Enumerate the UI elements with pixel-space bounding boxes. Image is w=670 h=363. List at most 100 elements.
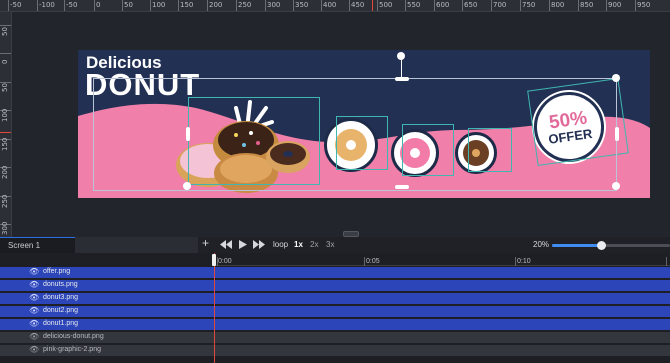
resize-handle-right[interactable] [615, 127, 619, 141]
canvas-stage[interactable]: Delicious DONUT 50% OFFER [12, 12, 670, 237]
fast-forward-icon[interactable] [253, 240, 265, 249]
timeline-tick [364, 257, 365, 266]
layer-row-delicious-donut[interactable]: 👁 delicious-donut.png [0, 332, 670, 344]
play-icon[interactable] [239, 240, 247, 249]
ruler-tick [293, 0, 294, 11]
ruler-tick [434, 0, 435, 11]
ruler-label: 850 [580, 1, 594, 9]
ruler-label: 250 [238, 1, 252, 9]
zoom-slider-fill [552, 244, 601, 247]
ruler-tick [349, 0, 350, 11]
ruler-label: 300 [1, 221, 9, 235]
ruler-label: 450 [351, 1, 365, 9]
ruler-tick [236, 0, 237, 11]
ruler-tick [64, 0, 65, 11]
layer-row-donut1[interactable]: 👁 donut1.png [0, 319, 670, 331]
resize-handle-left[interactable] [186, 127, 190, 141]
resize-handle-bottom-right[interactable] [612, 182, 620, 190]
layer-row-donut3[interactable]: 👁 donut3.png [0, 293, 670, 305]
ruler-label: 350 [295, 1, 309, 9]
resize-handle-top[interactable] [395, 77, 409, 81]
ruler-label: 50 [124, 1, 133, 9]
ruler-label: 250 [1, 194, 9, 208]
layer-name: donut2.png [43, 307, 79, 314]
ruler-label: 0 [96, 1, 101, 9]
ruler-tick [178, 0, 179, 11]
ruler-label: -50 [10, 1, 22, 9]
ruler-tick [405, 0, 406, 11]
timeline-playhead[interactable] [214, 253, 215, 363]
ruler-cursor-marker [372, 0, 373, 11]
speed-1x-button[interactable]: 1x [294, 240, 303, 249]
ruler-label: 50 [1, 83, 9, 92]
time-label: 0:10 [517, 258, 531, 265]
ruler-tick [94, 0, 95, 11]
eye-icon[interactable]: 👁 [29, 345, 39, 354]
ruler-label: -50 [66, 1, 78, 9]
layer-name: donut3.png [43, 294, 79, 301]
ruler-label: 50 [1, 27, 9, 36]
zoom-slider-knob[interactable] [597, 241, 606, 250]
ruler-tick [0, 25, 11, 26]
layer-row-offer[interactable]: 👁 offer.png [0, 267, 670, 279]
rewind-icon[interactable] [220, 240, 232, 249]
rotate-handle[interactable] [397, 52, 405, 60]
ruler-tick [150, 0, 151, 11]
ruler-tick [578, 0, 579, 11]
layer-name: offer.png [43, 268, 71, 275]
eye-icon[interactable]: 👁 [29, 280, 39, 289]
ruler-cursor-marker [0, 132, 11, 133]
layer-row-donut2[interactable]: 👁 donut2.png [0, 306, 670, 318]
ruler-tick [0, 53, 11, 54]
speed-2x-button[interactable]: 2x [310, 240, 318, 249]
ruler-label: 950 [637, 1, 651, 9]
ruler-tick [549, 0, 550, 11]
ruler-label: 100 [152, 1, 166, 9]
ruler-label: 700 [493, 1, 507, 9]
ruler-tick [377, 0, 378, 11]
timeline-ruler[interactable]: 0:00 0:05 0:10 [214, 253, 670, 266]
ruler-label: 550 [407, 1, 421, 9]
screen-tab-strip [75, 237, 198, 253]
eye-icon[interactable]: 👁 [29, 332, 39, 341]
layer-row-pink-graphic-2[interactable]: 👁 pink-graphic-2.png [0, 345, 670, 357]
eye-icon[interactable]: 👁 [29, 267, 39, 276]
ruler-label: -100 [39, 1, 55, 9]
ruler-tick [321, 0, 322, 11]
ruler-tick [635, 0, 636, 11]
resize-handle-bottom[interactable] [395, 185, 409, 189]
eye-icon[interactable]: 👁 [29, 319, 39, 328]
ruler-tick [8, 0, 9, 11]
ruler-tick [265, 0, 266, 11]
ruler-tick [606, 0, 607, 11]
layer-row-donuts[interactable]: 👁 donuts.png [0, 280, 670, 292]
ruler-label: 150 [1, 137, 9, 151]
layer-name: pink-graphic-2.png [43, 346, 101, 353]
timeline-tick [515, 257, 516, 266]
speed-3x-button[interactable]: 3x [326, 240, 334, 249]
layer-name: donuts.png [43, 281, 78, 288]
ruler-tick [491, 0, 492, 11]
playhead-handle[interactable] [212, 254, 216, 266]
ruler-label: 0 [1, 59, 9, 64]
layer-name: donut1.png [43, 320, 79, 327]
ruler-label: 750 [522, 1, 536, 9]
ruler-tick [37, 0, 38, 11]
ruler-label: 600 [436, 1, 450, 9]
eye-icon[interactable]: 👁 [29, 293, 39, 302]
time-label: 0:00 [218, 258, 232, 265]
tab-screen-1[interactable]: Screen 1 [0, 237, 75, 253]
loop-button[interactable]: loop [273, 240, 288, 249]
resize-handle-bottom-left[interactable] [183, 182, 191, 190]
playback-toolbar: Screen 1 + loop 1x 2x 3x 20% [0, 236, 670, 253]
ruler-label: 650 [464, 1, 478, 9]
ruler-label: 500 [379, 1, 393, 9]
eye-icon[interactable]: 👁 [29, 306, 39, 315]
plus-icon[interactable]: + [202, 236, 209, 250]
ruler-tick [520, 0, 521, 11]
group-selection-frame[interactable] [93, 78, 617, 191]
ruler-tick [207, 0, 208, 11]
horizontal-ruler: -50 -100 -50 0 50 100 150 200 250 300 35… [0, 0, 670, 12]
ruler-tick [122, 0, 123, 11]
resize-handle-top-right[interactable] [612, 74, 620, 82]
